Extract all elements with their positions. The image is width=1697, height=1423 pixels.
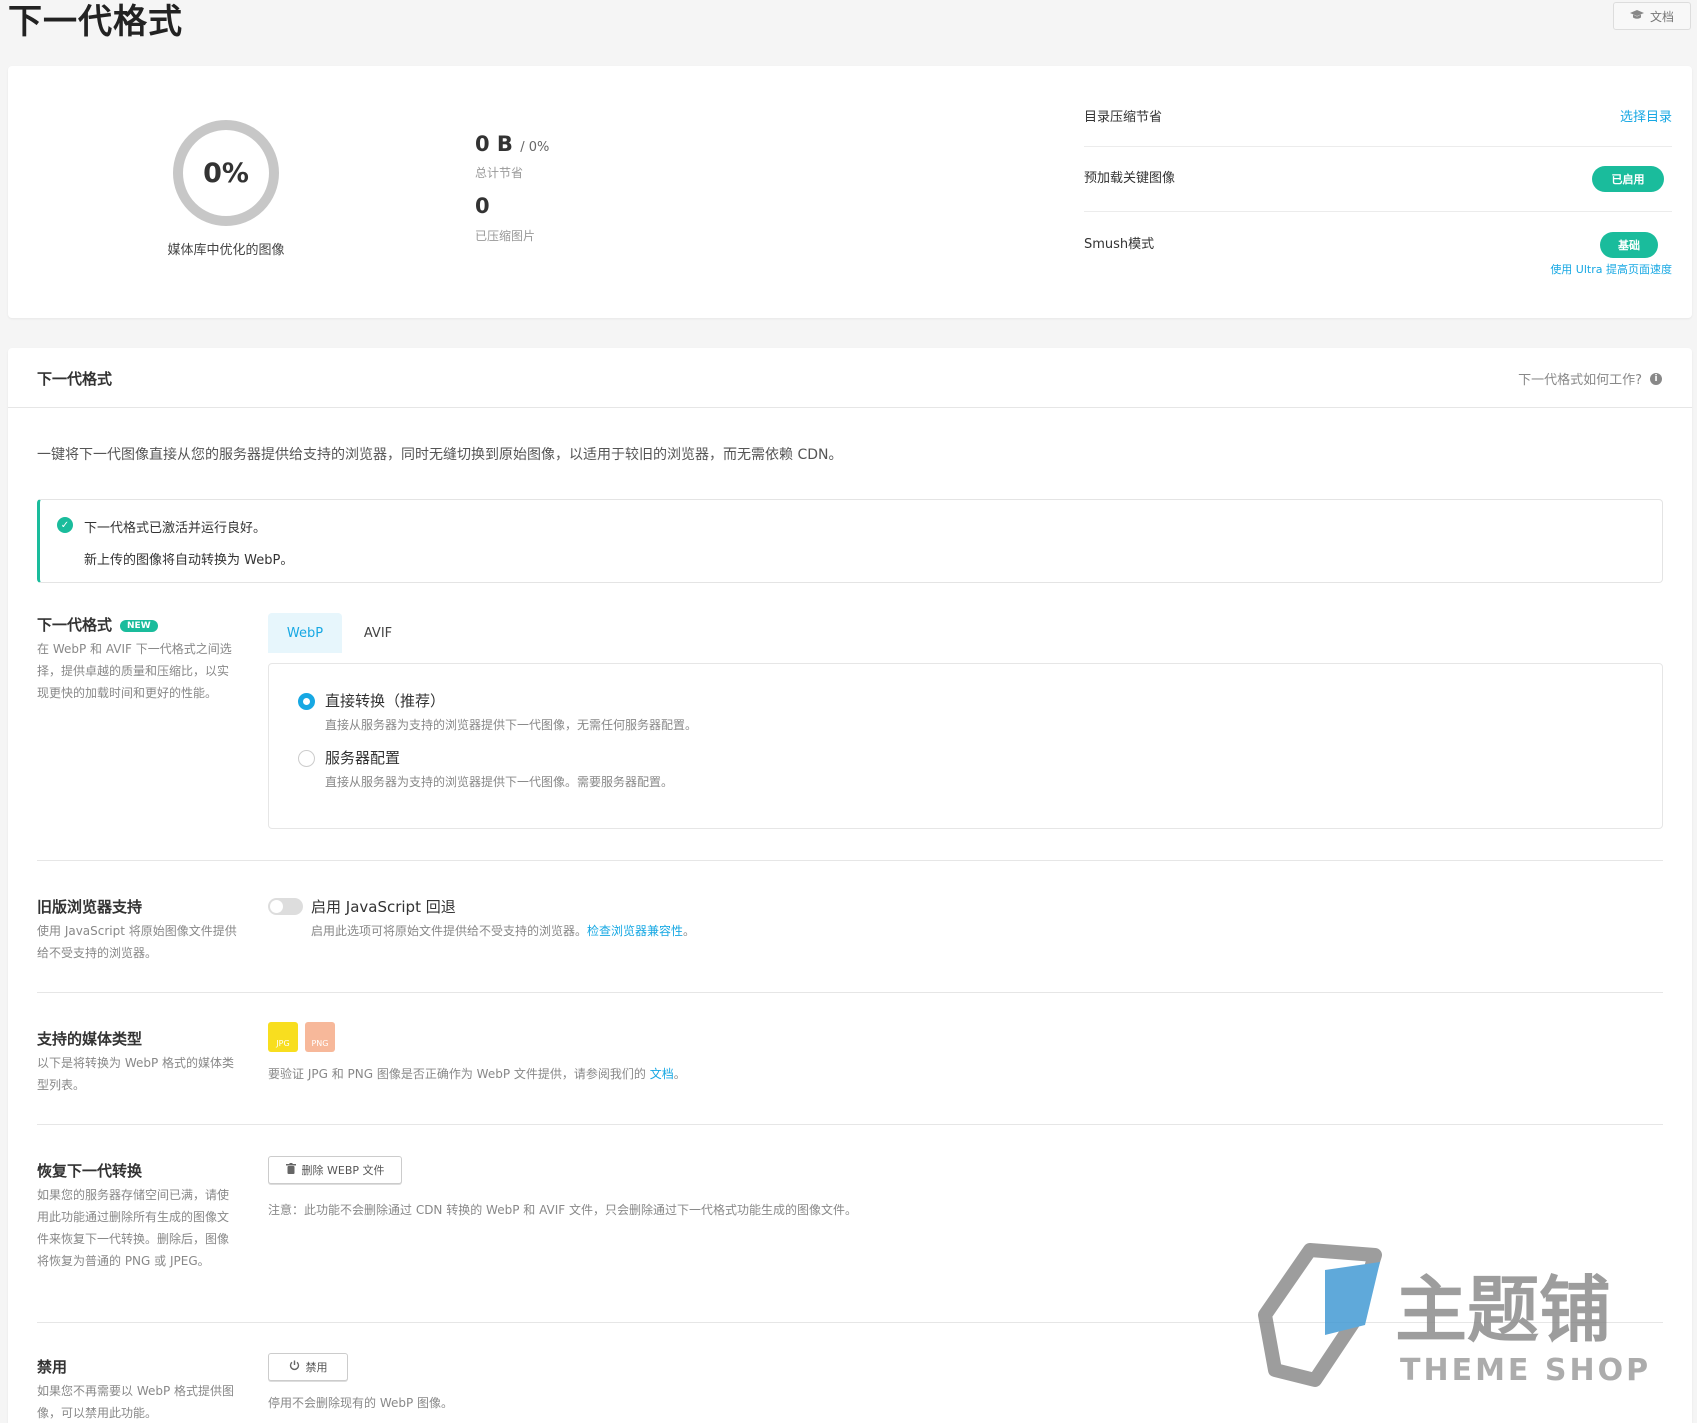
server-config-radio[interactable] — [298, 750, 315, 767]
total-savings: 0 B / 0% — [475, 132, 549, 156]
js-fallback-desc-end: 。 — [683, 924, 696, 938]
new-badge: NEW — [120, 620, 158, 632]
divider — [37, 860, 1663, 861]
formats-title: 下一代格式 NEW — [37, 614, 158, 635]
notice-line-2: 新上传的图像将自动转换为 WebP。 — [84, 553, 294, 568]
media-note: 要验证 JPG 和 PNG 图像是否正确作为 WebP 文件提供，请参阅我们的 … — [268, 1065, 686, 1082]
direct-conversion-desc: 直接从服务器为支持的浏览器提供下一代图像，无需任何服务器配置。 — [325, 718, 698, 732]
ultra-link[interactable]: 使用 Ultra 提高页面速度 — [1488, 261, 1672, 277]
panel-title: 下一代格式 — [37, 370, 113, 388]
success-notice: ✓ 下一代格式已激活并运行良好。 新上传的图像将自动转换为 WebP。 — [37, 499, 1663, 583]
conversion-options: 直接转换（推荐） 直接从服务器为支持的浏览器提供下一代图像，无需任何服务器配置。… — [268, 663, 1663, 829]
js-fallback-desc-text: 启用此选项可将原始文件提供给不受支持的浏览器。 — [311, 924, 588, 938]
intro-text: 一键将下一代图像直接从您的服务器提供给支持的浏览器，同时无缝切换到原始图像，以适… — [37, 447, 843, 463]
dir-label: 目录压缩节省 — [1084, 110, 1163, 125]
media-note-end: 。 — [673, 1067, 686, 1081]
preload-status-badge[interactable]: 已启用 — [1592, 166, 1664, 192]
help-label: 下一代格式如何工作? — [1518, 373, 1642, 388]
divider — [37, 1124, 1663, 1125]
divider — [1084, 211, 1672, 212]
watermark-logo: 主题铺 THEME SHOP — [1258, 1243, 1651, 1388]
select-directory-link[interactable]: 选择目录 — [1620, 106, 1672, 125]
theme-shop-watermark: 主题铺 THEME SHOP — [1255, 1240, 1675, 1390]
preload-label: 预加载关键图像 — [1084, 171, 1176, 186]
media-title: 支持的媒体类型 — [37, 1030, 143, 1048]
summary-card: 0% 媒体库中优化的图像 0 B / 0% 总计节省 0 已压缩图片 目录压缩节… — [8, 66, 1692, 318]
formats-title-text: 下一代格式 — [37, 616, 113, 634]
disable-desc: 如果您不再需要以 WebP 格式提供图像，可以禁用此功能。 — [37, 1384, 235, 1420]
disable-button[interactable]: 禁用 — [268, 1353, 348, 1381]
restore-title: 恢复下一代转换 — [37, 1162, 143, 1180]
divider — [1084, 146, 1672, 147]
graduation-cap-icon — [1629, 9, 1644, 23]
disable-note: 停用不会删除现有的 WebP 图像。 — [268, 1396, 454, 1410]
how-it-works-link[interactable]: 下一代格式如何工作? i — [1518, 369, 1662, 388]
server-config-label[interactable]: 服务器配置 — [325, 747, 400, 768]
browser-compat-link[interactable]: 检查浏览器兼容性 — [587, 924, 683, 938]
trash-icon — [285, 1163, 296, 1177]
legacy-title: 旧版浏览器支持 — [37, 898, 143, 916]
page-title: 下一代格式 — [8, 2, 183, 42]
legacy-desc: 使用 JavaScript 将原始图像文件提供给不受支持的浏览器。 — [37, 924, 237, 960]
savings-value: 0 B — [475, 132, 513, 156]
watermark-cn: 主题铺 — [1395, 1268, 1611, 1352]
js-fallback-toggle[interactable] — [268, 898, 303, 915]
formats-desc: 在 WebP 和 AVIF 下一代格式之间选择，提供卓越的质量和压缩比，以实现更… — [37, 642, 232, 700]
jpg-file-type-icon: JPG — [268, 1022, 298, 1052]
restore-desc: 如果您的服务器存储空间已满，请使用此功能通过删除所有生成的图像文件来恢复下一代转… — [37, 1188, 230, 1268]
media-note-text: 要验证 JPG 和 PNG 图像是否正确作为 WebP 文件提供，请参阅我们的 — [268, 1067, 646, 1081]
compressed-count: 0 — [475, 194, 490, 218]
delete-webp-button[interactable]: 删除 WEBP 文件 — [268, 1156, 402, 1184]
optimized-percent-ring: 0% — [173, 120, 279, 226]
optimized-percent: 0% — [203, 157, 249, 189]
savings-sub: / 0% — [520, 140, 550, 155]
docs-link[interactable]: 文档 — [650, 1067, 674, 1081]
panel-header: 下一代格式 下一代格式如何工作? i — [8, 348, 1692, 408]
disable-title: 禁用 — [37, 1358, 68, 1376]
media-desc: 以下是将转换为 WebP 格式的媒体类型列表。 — [37, 1056, 235, 1092]
restore-note: 注意：此功能不会删除通过 CDN 转换的 WebP 和 AVIF 文件，只会删除… — [268, 1203, 857, 1217]
ring-caption: 媒体库中优化的图像 — [167, 243, 285, 258]
direct-conversion-label[interactable]: 直接转换（推荐） — [325, 690, 445, 711]
disable-label: 禁用 — [305, 1361, 328, 1374]
savings-label: 总计节省 — [475, 166, 524, 180]
watermark-en: THEME SHOP — [1400, 1353, 1651, 1388]
server-config-desc: 直接从服务器为支持的浏览器提供下一代图像。需要服务器配置。 — [325, 775, 674, 789]
png-file-type-icon: PNG — [305, 1022, 335, 1052]
notice-line-1: 下一代格式已激活并运行良好。 — [84, 521, 267, 536]
tab-webp[interactable]: WebP — [268, 613, 342, 653]
smush-mode-label: Smush模式 — [1084, 237, 1155, 252]
docs-button[interactable]: 文档 — [1613, 2, 1691, 30]
compressed-label: 已压缩图片 — [475, 229, 536, 243]
smush-mode-badge[interactable]: 基础 — [1600, 232, 1658, 258]
info-icon: i — [1650, 372, 1662, 385]
tab-avif[interactable]: AVIF — [355, 613, 401, 653]
js-fallback-desc: 启用此选项可将原始文件提供给不受支持的浏览器。检查浏览器兼容性。 — [311, 922, 695, 939]
direct-conversion-radio[interactable] — [298, 693, 315, 710]
dir-savings-row: 目录压缩节省 选择目录 — [1084, 106, 1672, 125]
divider — [37, 992, 1663, 993]
delete-webp-label: 删除 WEBP 文件 — [301, 1164, 385, 1177]
power-icon — [289, 1360, 300, 1374]
docs-label: 文档 — [1649, 9, 1674, 24]
check-circle-icon: ✓ — [57, 517, 73, 533]
toggle-knob — [270, 900, 283, 913]
js-fallback-label: 启用 JavaScript 回退 — [311, 898, 456, 916]
